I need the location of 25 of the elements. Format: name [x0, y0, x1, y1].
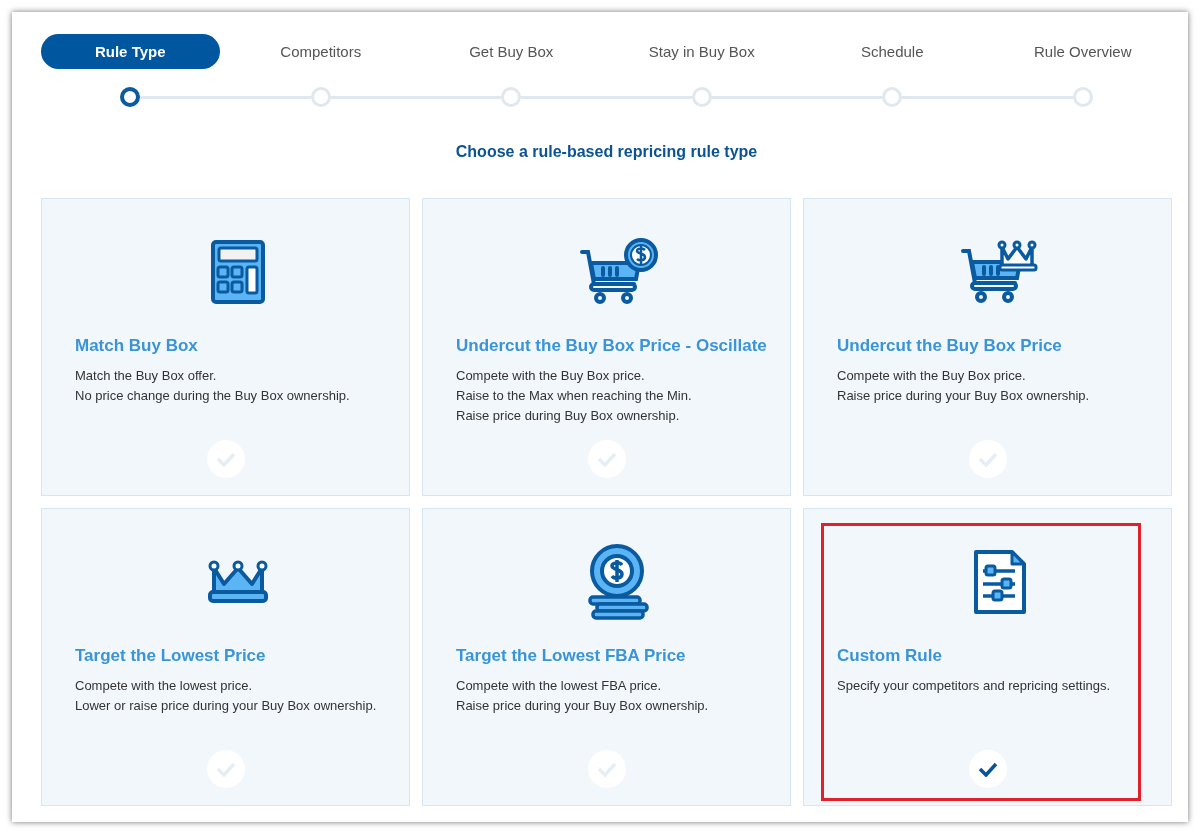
- card-title: Target the Lowest Price: [75, 646, 267, 666]
- card-description: Match the Buy Box offer. No price change during the Buy Box ownership.: [75, 367, 351, 405]
- card-title: Match Buy Box: [75, 336, 199, 356]
- step-tab[interactable]: Schedule: [844, 34, 940, 69]
- rule-card[interactable]: Target the Lowest Price Compete with the lowest price. Lower or raise price during your Buy Box ownership.: [41, 508, 410, 806]
- card-description: Compete with the Buy Box price. Raise price during your Buy Box ownership.: [837, 367, 1091, 405]
- card-description: Compete with the lowest FBA price. Raise price during your Buy Box ownership.: [456, 677, 710, 715]
- rule-card[interactable]: Target the Lowest FBA Price Compete with the lowest FBA price. Raise price during your Buy Box ownership.: [422, 508, 791, 806]
- card-description: Compete with the Buy Box price. Raise to the Max when reaching the Min. Raise price during Buy Box ownership.: [456, 367, 693, 425]
- card-description: Specify your competitors and repricing settings.: [837, 677, 1112, 695]
- rule-card[interactable]: Undercut the Buy Box Price Compete with the Buy Box price. Raise price during your Buy Box ownership.: [803, 198, 1172, 496]
- step-tab[interactable]: Get Buy Box: [453, 34, 570, 69]
- step-tab[interactable]: Rule Overview: [1018, 34, 1148, 69]
- rule-card[interactable]: Undercut the Buy Box Price - Oscillate Compete with the Buy Box price. Raise to the Max when reaching the Min. Raise price during Buy Box ownership.: [422, 198, 791, 496]
- step-tab[interactable]: Rule Type: [40, 34, 220, 69]
- step-tab[interactable]: Competitors: [264, 34, 378, 69]
- card-description: Compete with the lowest price. Lower or raise price during your Buy Box ownership.: [75, 677, 378, 715]
- rule-card[interactable]: Match Buy Box Match the Buy Box offer. No price change during the Buy Box ownership.: [41, 198, 410, 496]
- card-title: Undercut the Buy Box Price - Oscillate: [456, 336, 768, 356]
- card-title: Target the Lowest FBA Price: [456, 646, 687, 666]
- card-title: Custom Rule: [837, 646, 943, 666]
- page-heading: Choose a rule-based repricing rule type: [454, 142, 759, 162]
- card-title: Undercut the Buy Box Price: [837, 336, 1063, 356]
- step-tab[interactable]: Stay in Buy Box: [632, 34, 771, 69]
- rule-card[interactable]: Custom Rule Specify your competitors and repricing settings.: [803, 508, 1172, 806]
